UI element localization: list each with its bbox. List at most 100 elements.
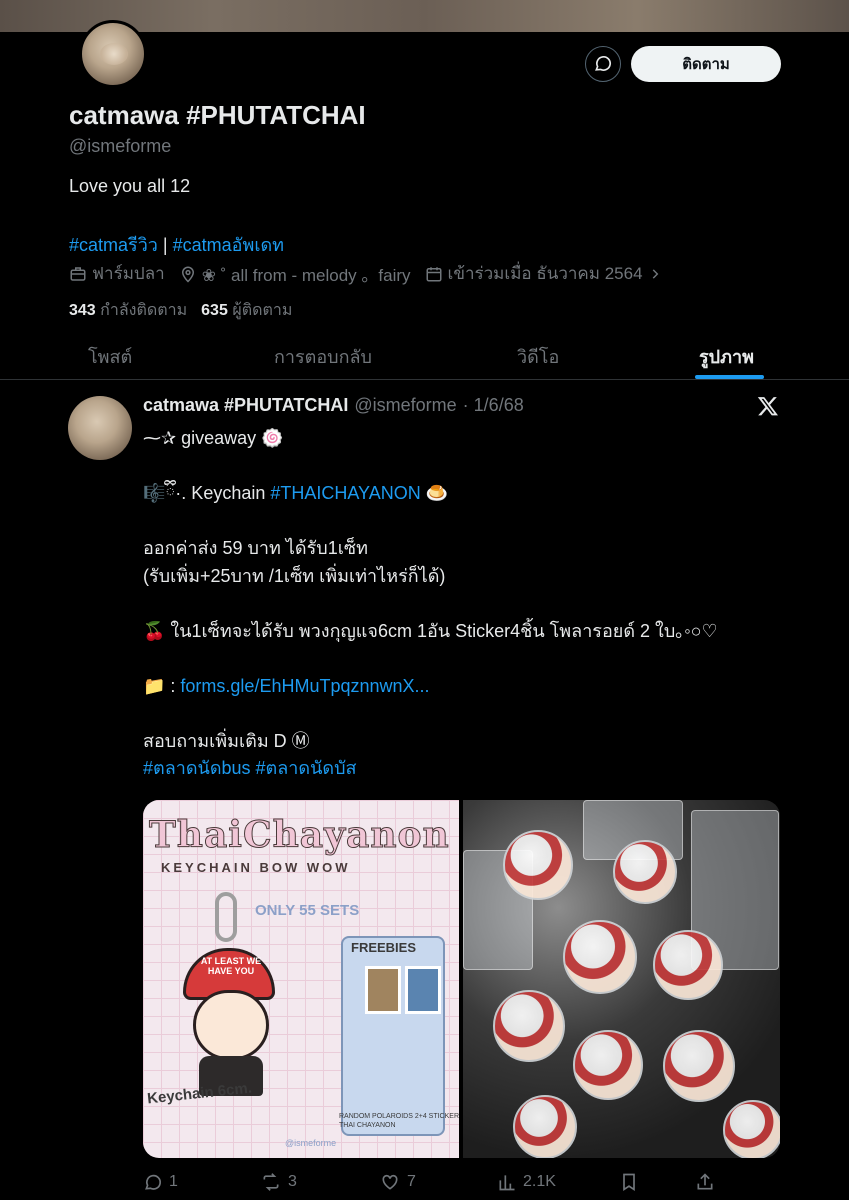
profile-stats: 343 กำลังติดตาม 635 ผู้ติดตาม <box>69 298 292 323</box>
post-form-link[interactable]: forms.gle/EhHMuTpqznnwnX... <box>180 676 429 696</box>
reply-icon <box>145 1174 161 1190</box>
tab-posts[interactable]: โพสต์ <box>88 342 132 371</box>
x-logo-icon <box>757 397 778 416</box>
poster-subtitle: KEYCHAIN BOW WOW <box>161 860 351 875</box>
like-button[interactable]: 7 <box>379 1172 416 1192</box>
following-count: 343 <box>69 302 96 319</box>
post-line: สอบถามเพิ่มเติม D Ⓜ <box>143 730 310 751</box>
briefcase-icon <box>70 266 86 281</box>
post-line: ออกค่าส่ง 59 บาท ได้รับ1เซ็ท <box>143 538 368 558</box>
followers-label: ผู้ติดตาม <box>232 302 293 319</box>
bookmark-button[interactable] <box>619 1172 639 1192</box>
poster-random-note: RANDOM POLAROIDS 2+4 STICKER THAI CHAYAN… <box>339 1113 459 1129</box>
post-line-suffix: 🍮 <box>420 483 449 503</box>
joined-label: เข้าร่วมเมื่อ ธันวาคม 2564 <box>447 264 643 283</box>
acrylic-keychain <box>723 1100 780 1158</box>
following-label: กำลังติดตาม <box>100 302 188 319</box>
acrylic-keychain <box>493 990 565 1062</box>
profile-name: catmawa #PHUTATCHAI <box>69 100 366 130</box>
acrylic-keychain <box>573 1030 643 1100</box>
keychain-hook <box>215 892 237 942</box>
active-tab-indicator <box>695 375 764 379</box>
repost-count: 3 <box>288 1173 297 1190</box>
location-icon <box>181 266 194 283</box>
poster-only-sets: ONLY 55 SETS <box>255 902 360 919</box>
repost-icon <box>263 1173 279 1191</box>
views-button[interactable]: 2.1K <box>497 1172 556 1192</box>
profile-avatar[interactable] <box>79 20 147 88</box>
post-author-name[interactable]: catmawa #PHUTATCHAI <box>143 395 348 416</box>
profile-location: ❀ ˚ all from - melody 。fairy <box>179 261 411 286</box>
tab-replies[interactable]: การตอบกลับ <box>274 342 372 371</box>
category-label: ฟาร์มปลา <box>92 264 165 283</box>
reply-button[interactable]: 1 <box>143 1172 178 1192</box>
calendar-icon <box>426 266 442 281</box>
acrylic-keychain <box>613 840 677 904</box>
acrylic-keychain <box>503 830 573 900</box>
tab-videos[interactable]: วิดีโอ <box>517 342 559 371</box>
post-line: 🎼ྀི·. Keychain #THAICHAYANON 🍮 <box>143 480 793 508</box>
post-author-avatar[interactable] <box>68 396 132 460</box>
post-actions: 1 3 7 2.1K <box>143 1167 780 1197</box>
bio-separator: | <box>157 235 173 255</box>
post-line-prefix: 🎼ྀི·. Keychain <box>143 483 271 503</box>
acrylic-keychain <box>663 1030 735 1102</box>
acrylic-keychain <box>513 1095 577 1158</box>
follow-button[interactable]: ติดตาม <box>631 46 781 82</box>
reply-count: 1 <box>169 1173 178 1190</box>
bookmark-icon <box>623 1173 635 1192</box>
following-link[interactable]: 343 กำลังติดตาม <box>69 298 187 323</box>
acrylic-keychain <box>653 930 723 1000</box>
profile-meta: ฟาร์มปลา ❀ ˚ all from - melody 。fairy เข… <box>69 260 662 287</box>
post-media: ThaiChayanon KEYCHAIN BOW WOW AT LEAST W… <box>143 800 780 1158</box>
like-count: 7 <box>407 1173 416 1190</box>
post-image-poster[interactable]: ThaiChayanon KEYCHAIN BOW WOW AT LEAST W… <box>143 800 459 1158</box>
chevron-right-icon <box>652 268 658 279</box>
profile-tabs: โพสต์ การตอบกลับ วิดีโอ รูปภาพ <box>0 328 849 380</box>
post-line-prefix: 📁 : <box>143 675 181 696</box>
views-icon <box>499 1175 515 1191</box>
location-label: ❀ ˚ all from - melody 。fairy <box>201 266 411 285</box>
poster-title: ThaiChayanon <box>149 814 450 857</box>
repost-button[interactable]: 3 <box>260 1172 297 1192</box>
post-author-handle[interactable]: @ismeforme <box>354 395 456 416</box>
post-header: catmawa #PHUTATCHAI @ismeforme · 1/6/68 <box>143 395 524 416</box>
post-hashtag[interactable]: #THAICHAYANON <box>270 483 420 503</box>
message-icon <box>595 56 611 71</box>
profile-joined[interactable]: เข้าร่วมเมื่อ ธันวาคม 2564 <box>425 260 662 287</box>
message-button[interactable] <box>585 46 621 82</box>
post-date[interactable]: · 1/6/68 <box>463 395 524 416</box>
post-body: ⁓✰ giveaway 🍥 🎼ྀི·. Keychain #THAICHAYAN… <box>143 425 793 783</box>
polaroid-2 <box>405 966 441 1014</box>
acrylic-keychain <box>563 920 637 994</box>
followers-link[interactable]: 635 ผู้ติดตาม <box>201 298 292 323</box>
profile-bio-tags: #catmaรีวิว | #catmaอัพเดท <box>69 230 284 259</box>
tab-photos[interactable]: รูปภาพ <box>699 342 754 371</box>
views-count: 2.1K <box>523 1173 556 1190</box>
post-line: 📁 : forms.gle/EhHMuTpqznnwnX... <box>143 673 793 701</box>
profile-bio: Love you all 12 <box>69 176 191 196</box>
post-line: (รับเพิ่ม+25บาท /1เซ็ท เพิ่มเท่าไหร่ก็ได… <box>143 565 446 586</box>
post-line: 🍒 ใน1เซ็ทจะได้รับ พวงกุญแจ6cm 1อัน Stick… <box>143 620 718 641</box>
profile-handle: @ismeforme <box>69 136 172 156</box>
share-icon <box>697 1173 713 1190</box>
chibi-face <box>193 990 269 1060</box>
followers-count: 635 <box>201 302 228 319</box>
polaroid-1 <box>365 966 401 1014</box>
poster-credit: @ismeforme <box>285 1138 337 1148</box>
post-hashtags[interactable]: #ตลาดนัดbus #ตลาดนัดบัส <box>143 755 793 783</box>
freebies-label: FREEBIES <box>351 940 417 955</box>
heart-icon <box>382 1174 398 1190</box>
bio-hashtag-update[interactable]: #catmaอัพเดท <box>173 235 284 255</box>
share-button[interactable] <box>695 1172 715 1192</box>
profile-category: ฟาร์มปลา <box>69 260 165 287</box>
post-image-keychains[interactable] <box>463 800 780 1158</box>
post-line: ⁓✰ giveaway 🍥 <box>143 428 284 448</box>
chibi-cap-text: AT LEAST WE HAVE YOU <box>200 956 262 976</box>
bio-hashtag-review[interactable]: #catmaรีวิว <box>69 235 158 255</box>
